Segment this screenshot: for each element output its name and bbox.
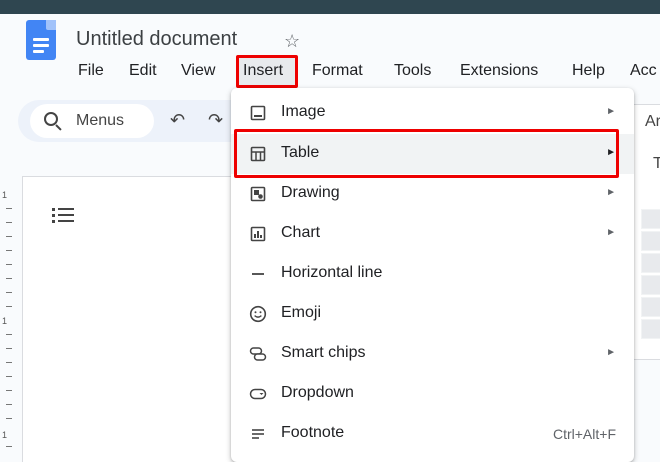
keyboard-shortcut: Ctrl+Alt+F bbox=[552, 426, 616, 442]
document-title[interactable]: Untitled document bbox=[76, 28, 237, 51]
ruler-tick bbox=[6, 306, 12, 307]
menu-item-chart[interactable]: Chart ► bbox=[231, 214, 634, 254]
docs-logo-line bbox=[33, 50, 44, 53]
image-icon bbox=[249, 104, 267, 122]
outline-bullet bbox=[52, 214, 55, 217]
menu-item-label: Horizontal line bbox=[281, 264, 383, 281]
outline-line bbox=[58, 220, 74, 222]
ruler-tick bbox=[6, 222, 12, 223]
table-grid-cell[interactable] bbox=[641, 297, 660, 317]
submenu-arrow-icon: ► bbox=[606, 187, 616, 198]
menu-item-label: Emoji bbox=[281, 304, 322, 321]
ruler-tick bbox=[6, 390, 12, 391]
ruler-tick bbox=[6, 362, 12, 363]
table-item-highlight-box bbox=[234, 129, 619, 178]
menu-view[interactable]: View bbox=[181, 60, 215, 82]
ruler-label: 1 bbox=[2, 316, 8, 326]
docs-logo-fold bbox=[46, 20, 56, 30]
ruler-label: 1 bbox=[2, 430, 8, 440]
menu-help[interactable]: Help bbox=[572, 60, 605, 82]
ruler-tick bbox=[6, 418, 12, 419]
menu-insert[interactable]: Insert bbox=[243, 60, 283, 82]
menu-file[interactable]: File bbox=[78, 60, 104, 82]
ruler-tick bbox=[6, 278, 12, 279]
menu-tools[interactable]: Tools bbox=[394, 60, 431, 82]
table-grid-cell[interactable] bbox=[641, 253, 660, 273]
dropdown-icon bbox=[249, 385, 267, 403]
ruler-tick bbox=[6, 292, 12, 293]
table-grid-cell[interactable] bbox=[641, 319, 660, 339]
menu-item-label: Image bbox=[281, 103, 326, 120]
emoji-icon bbox=[249, 305, 267, 323]
menu-item-label: Drawing bbox=[281, 184, 340, 201]
menu-item-drawing[interactable]: Drawing ► bbox=[231, 174, 634, 214]
horizontal-line-icon bbox=[249, 265, 267, 283]
menu-edit[interactable]: Edit bbox=[129, 60, 157, 82]
ruler-tick bbox=[6, 446, 12, 447]
search-icon bbox=[44, 112, 58, 126]
ruler-tick bbox=[6, 250, 12, 251]
outline-bullet bbox=[52, 208, 55, 211]
ruler-label: 1 bbox=[2, 190, 8, 200]
menu-extensions[interactable]: Extensions bbox=[460, 60, 538, 82]
redo-icon[interactable]: ↷ bbox=[208, 110, 223, 131]
menu-item-footnote[interactable]: Footnote Ctrl+Alt+F bbox=[231, 414, 634, 454]
table-grid-cell[interactable] bbox=[641, 275, 660, 295]
menu-item-image[interactable]: Image ► bbox=[231, 93, 634, 133]
submenu-heading: Ar bbox=[645, 113, 660, 130]
vertical-ruler: 1 1 1 bbox=[0, 176, 14, 462]
docs-logo-line bbox=[33, 38, 49, 41]
menu-item-dropdown[interactable]: Dropdown bbox=[231, 374, 634, 414]
docs-logo-icon[interactable] bbox=[26, 20, 56, 60]
document-outline-icon[interactable] bbox=[52, 206, 76, 226]
menu-item-smart-chips[interactable]: Smart chips ► bbox=[231, 334, 634, 374]
menu-item-label: Footnote bbox=[281, 424, 345, 441]
ruler-tick bbox=[6, 264, 12, 265]
ruler-tick bbox=[6, 348, 12, 349]
docs-logo-line bbox=[33, 44, 49, 47]
menu-item-label: Dropdown bbox=[281, 384, 354, 401]
ruler-tick bbox=[6, 208, 12, 209]
ruler-tick bbox=[6, 334, 12, 335]
ruler-tick bbox=[6, 376, 12, 377]
table-grid-cell[interactable] bbox=[641, 231, 660, 251]
ruler-tick bbox=[6, 236, 12, 237]
chart-icon bbox=[249, 225, 267, 243]
submenu-arrow-icon: ► bbox=[606, 106, 616, 117]
menu-item-label: Chart bbox=[281, 224, 321, 241]
ruler-tick bbox=[6, 404, 12, 405]
outline-line bbox=[58, 208, 74, 210]
submenu-arrow-icon: ► bbox=[606, 227, 616, 238]
window-top-strip bbox=[0, 0, 660, 14]
undo-icon[interactable]: ↶ bbox=[170, 110, 185, 131]
outline-bullet bbox=[52, 220, 55, 223]
menu-item-horizontal-line[interactable]: Horizontal line bbox=[231, 254, 634, 294]
submenu-letter: T bbox=[653, 155, 660, 172]
menu-format[interactable]: Format bbox=[312, 60, 363, 82]
table-grid-cell[interactable] bbox=[641, 209, 660, 229]
star-icon[interactable]: ☆ bbox=[284, 31, 300, 52]
header bbox=[0, 14, 660, 94]
menu-item-label: Smart chips bbox=[281, 344, 366, 361]
footnote-icon bbox=[249, 425, 267, 443]
menu-accessibility[interactable]: Acc bbox=[630, 60, 657, 82]
drawing-icon bbox=[249, 185, 267, 203]
smart-chips-icon bbox=[249, 345, 267, 363]
outline-line bbox=[58, 214, 74, 216]
submenu-arrow-icon: ► bbox=[606, 347, 616, 358]
table-submenu-panel: Ar T bbox=[632, 104, 660, 360]
search-menus-label: Menus bbox=[76, 112, 125, 129]
menu-item-emoji[interactable]: Emoji bbox=[231, 294, 634, 334]
